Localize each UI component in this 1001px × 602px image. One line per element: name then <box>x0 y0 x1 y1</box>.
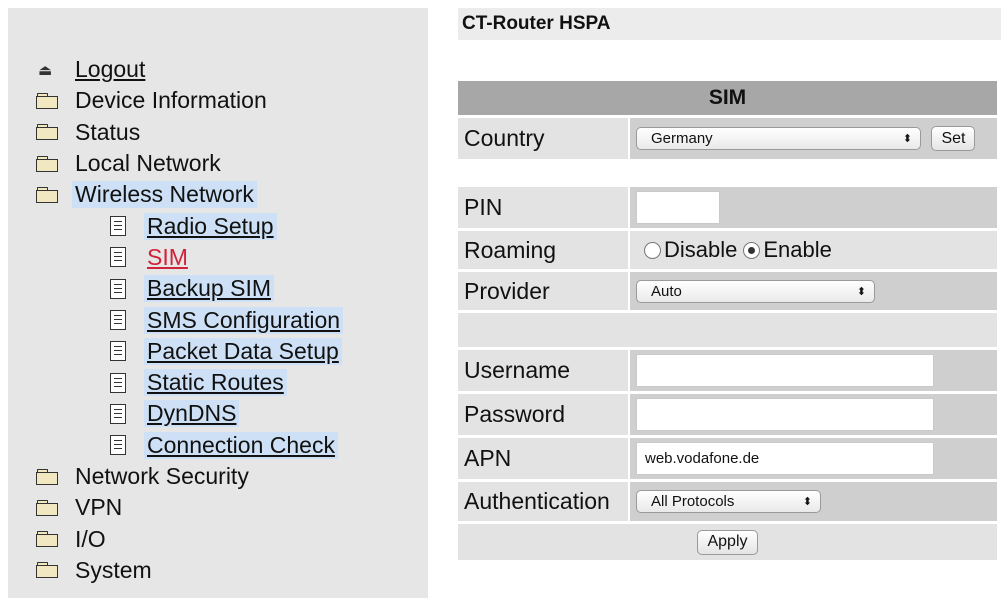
country-row: Country Germany ⬍ Set <box>458 118 997 159</box>
page-icon <box>110 341 126 362</box>
username-row: Username <box>458 350 997 391</box>
provider-row: Provider Auto ⬍ <box>458 272 997 310</box>
page-icon <box>110 372 126 393</box>
nav-subitem-label[interactable]: Static Routes <box>144 369 287 397</box>
nav-subitem-static-routes[interactable]: Static Routes <box>108 367 343 398</box>
folder-icon <box>36 468 59 485</box>
page-icon <box>110 403 126 424</box>
nav-subitem-radio-setup[interactable]: Radio Setup <box>108 210 343 241</box>
username-label: Username <box>458 350 628 391</box>
provider-select-value: Auto <box>651 282 682 300</box>
select-arrows-icon: ⬍ <box>902 131 912 145</box>
sim-settings-table: SIM Country Germany ⬍ Set PIN Roaming Di… <box>456 78 999 563</box>
folder-icon <box>36 499 59 516</box>
authentication-select[interactable]: All Protocols ⬍ <box>636 490 821 513</box>
folder-icon <box>36 562 59 579</box>
select-arrows-icon: ⬍ <box>802 495 812 508</box>
nav-item-label[interactable]: Wireless Network <box>72 181 257 209</box>
pin-input[interactable] <box>636 191 720 224</box>
roaming-disable-radio[interactable] <box>644 241 661 259</box>
nav-item-label[interactable]: VPN <box>72 494 125 521</box>
roaming-radio-group: Disable Enable <box>636 237 997 263</box>
nav-subitem-label[interactable]: Radio Setup <box>144 212 277 240</box>
nav-subitem-label[interactable]: Connection Check <box>144 431 338 459</box>
nav-item-label[interactable]: Local Network <box>72 150 224 177</box>
nav-item-label[interactable]: Status <box>72 119 143 146</box>
authentication-select-value: All Protocols <box>651 493 735 510</box>
apply-button[interactable]: Apply <box>697 529 758 555</box>
apn-label: APN <box>458 438 628 479</box>
roaming-enable-label[interactable]: Enable <box>763 237 832 263</box>
nav-tree: ⏏ Logout Device Information Status Local… <box>36 54 344 586</box>
navigation-menu: ⏏ Logout Device Information Status Local… <box>8 8 428 598</box>
folder-icon <box>36 531 59 548</box>
folder-icon <box>36 155 59 172</box>
roaming-label: Roaming <box>458 231 628 269</box>
row-spacer <box>458 162 997 184</box>
username-input[interactable] <box>636 354 934 387</box>
nav-subitem-label[interactable]: DynDNS <box>144 400 240 428</box>
nav-subitem-label[interactable]: Backup SIM <box>144 275 274 303</box>
page-title: CT-Router HSPA <box>458 8 1001 40</box>
select-arrows-icon: ⬍ <box>856 284 866 298</box>
apply-row: Apply <box>458 524 997 560</box>
nav-subitem-label[interactable]: Packet Data Setup <box>144 337 342 365</box>
set-button[interactable]: Set <box>931 126 976 151</box>
apn-row: APN web.vodafone.de <box>458 438 997 479</box>
pin-row: PIN <box>458 187 997 228</box>
nav-subitem-packet-data-setup[interactable]: Packet Data Setup <box>108 336 343 367</box>
password-row: Password <box>458 394 997 435</box>
nav-item-io[interactable]: I/O <box>36 523 343 554</box>
main-content: CT-Router HSPA SIM Country Germany ⬍ Set… <box>458 8 1001 563</box>
nav-subitem-sim[interactable]: SIM <box>108 242 343 273</box>
nav-subitem-connection-check[interactable]: Connection Check <box>108 430 343 461</box>
page-icon <box>110 247 126 268</box>
nav-item-logout[interactable]: ⏏ Logout <box>36 54 343 85</box>
provider-label: Provider <box>458 272 628 310</box>
page-icon <box>110 278 126 299</box>
password-input[interactable] <box>636 398 934 431</box>
section-title: SIM <box>458 81 997 115</box>
roaming-row: Roaming Disable Enable <box>458 231 997 269</box>
nav-item-vpn[interactable]: VPN <box>36 492 343 523</box>
folder-open-icon <box>36 186 59 203</box>
password-label: Password <box>458 394 628 435</box>
nav-subitem-dyndns[interactable]: DynDNS <box>108 398 343 429</box>
page-icon <box>110 435 126 456</box>
nav-item-status[interactable]: Status <box>36 117 343 148</box>
nav-subitem-backup-sim[interactable]: Backup SIM <box>108 273 343 304</box>
authentication-label: Authentication <box>458 482 628 521</box>
country-select[interactable]: Germany ⬍ <box>636 126 921 150</box>
page-icon <box>110 310 126 331</box>
nav-item-label[interactable]: I/O <box>72 526 109 553</box>
provider-select[interactable]: Auto ⬍ <box>636 279 875 303</box>
nav-item-label[interactable]: System <box>72 557 155 584</box>
apn-input[interactable]: web.vodafone.de <box>636 442 934 475</box>
country-select-value: Germany <box>651 129 713 147</box>
authentication-row: Authentication All Protocols ⬍ <box>458 482 997 521</box>
nav-item-label[interactable]: Device Information <box>72 87 270 114</box>
nav-item-system[interactable]: System <box>36 555 343 586</box>
header-spacer <box>458 40 1001 78</box>
nav-item-label[interactable]: Network Security <box>72 463 252 490</box>
folder-icon <box>36 92 59 109</box>
folder-icon <box>36 124 59 141</box>
nav-item-device-information[interactable]: Device Information <box>36 85 343 116</box>
roaming-enable-radio[interactable] <box>743 241 761 259</box>
logout-icon: ⏏ <box>38 60 53 79</box>
nav-item-wireless-network[interactable]: Wireless Network <box>36 179 343 210</box>
country-label: Country <box>458 118 628 159</box>
row-spacer <box>458 313 997 347</box>
nav-subitem-label-active[interactable]: SIM <box>144 244 191 271</box>
nav-item-local-network[interactable]: Local Network <box>36 148 343 179</box>
page-icon <box>110 216 126 237</box>
nav-subitem-sms-configuration[interactable]: SMS Configuration <box>108 304 344 335</box>
nav-item-label[interactable]: Logout <box>72 56 148 83</box>
nav-subitem-label[interactable]: SMS Configuration <box>144 306 344 334</box>
pin-label: PIN <box>458 187 628 228</box>
roaming-disable-label[interactable]: Disable <box>664 237 737 263</box>
nav-item-network-security[interactable]: Network Security <box>36 461 343 492</box>
